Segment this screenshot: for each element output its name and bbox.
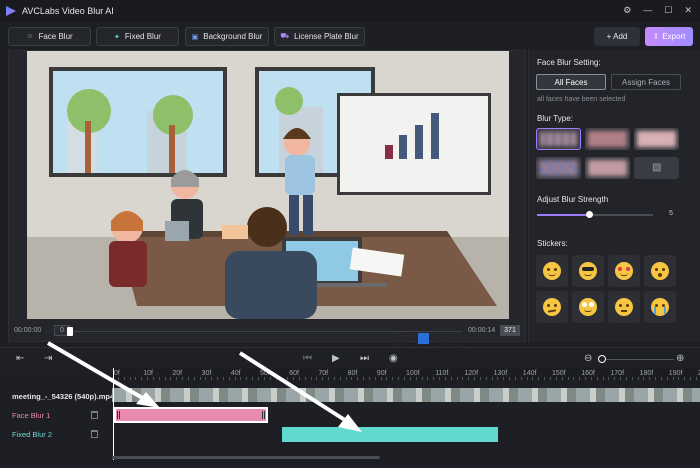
annotation-arrows xyxy=(46,341,362,432)
